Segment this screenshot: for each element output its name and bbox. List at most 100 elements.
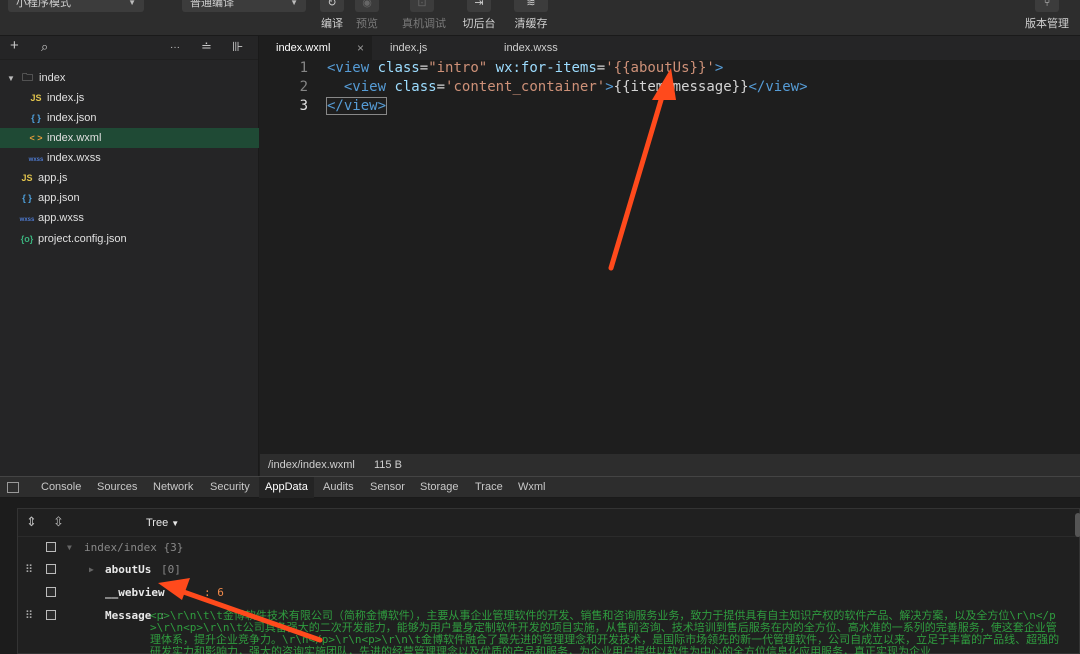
mode-select[interactable]: 小程序模式 ▼ xyxy=(8,0,144,12)
file-label: index.wxss xyxy=(47,152,101,164)
search-icon[interactable]: ⌕ xyxy=(41,39,48,55)
chevron-down-icon: ▼ xyxy=(171,519,180,528)
tab-security[interactable]: Security xyxy=(210,477,250,498)
background-button[interactable]: ⇥ 切后台 xyxy=(459,0,499,30)
attr-value: '{{aboutUs}}' xyxy=(605,60,715,76)
chevron-down-icon: ▼ xyxy=(7,74,15,83)
tab-appdata[interactable]: AppData xyxy=(259,477,314,498)
checkbox[interactable] xyxy=(46,564,56,574)
file-label: app.wxss xyxy=(38,212,84,224)
file-app-json[interactable]: { } app.json xyxy=(0,188,259,208)
tree-row-webview[interactable]: __webview : 6 xyxy=(18,582,1080,604)
remote-debug-label: 真机调试 xyxy=(402,18,446,30)
tab-wxml[interactable]: Wxml xyxy=(518,477,546,498)
collapse-icon[interactable]: ⊪ xyxy=(232,39,243,55)
remote-debug-button[interactable]: ⊡ 真机调试 xyxy=(402,0,446,30)
version-manage-label: 版本管理 xyxy=(1025,18,1069,30)
line-number: 1 xyxy=(299,60,308,76)
file-label: app.json xyxy=(38,192,80,204)
background-label: 切后台 xyxy=(462,18,496,30)
compile-select[interactable]: 普通编译 ▼ xyxy=(182,0,306,12)
checkbox[interactable] xyxy=(46,542,56,552)
line-number: 3 xyxy=(299,98,308,114)
tab-console[interactable]: Console xyxy=(41,477,81,498)
tab-index-js[interactable]: index.js xyxy=(374,36,484,60)
chevron-down-icon: ▼ xyxy=(290,0,298,7)
preview-label: 预览 xyxy=(356,18,378,30)
code-editor[interactable]: 1 2 3 <view class="intro" wx:for-items='… xyxy=(260,60,1080,454)
file-label: project.config.json xyxy=(38,233,127,245)
key-label: __webview xyxy=(105,586,165,599)
more-icon[interactable]: ··· xyxy=(170,42,180,53)
file-project-config-json[interactable]: {o} project.config.json xyxy=(0,229,259,249)
file-index-js[interactable]: JS index.js xyxy=(0,88,259,108)
tree-row-root[interactable]: ▼ index/index {3} xyxy=(18,537,1080,559)
array-length: [0] xyxy=(161,563,181,576)
sort-icon[interactable]: ≐ xyxy=(201,39,212,55)
wxss-file-icon: wxss xyxy=(28,157,44,163)
folder-icon: 🗀 xyxy=(21,72,33,84)
chevron-right-icon[interactable]: ▶ xyxy=(89,559,94,581)
wxml-file-icon: < > xyxy=(29,133,43,143)
tree-row-aboutus[interactable]: ⠿ ▶ aboutUs [0] xyxy=(18,559,1080,581)
key-label: Message xyxy=(105,609,152,622)
version-manage-button[interactable]: ⑂ 版本管理 xyxy=(1022,0,1072,30)
branch-icon: ⑂ xyxy=(1035,0,1059,12)
mode-select-label: 小程序模式 xyxy=(16,0,71,9)
tab-label: index.wxml xyxy=(276,42,331,54)
message-value: <p>\r\n\t\t金博软件技术有限公司（简称金博软件），主要从事企业管理软件… xyxy=(150,609,1060,654)
inspect-icon[interactable] xyxy=(7,482,19,493)
code-line-2: <view class='content_container'>{{item.m… xyxy=(327,79,808,95)
device-icon: ⊡ xyxy=(410,0,434,12)
tab-index-wxml[interactable]: index.wxml × xyxy=(260,36,372,60)
tab-label: index.js xyxy=(390,42,428,54)
tab-index-wxss[interactable]: index.wxss xyxy=(488,36,608,60)
checkbox[interactable] xyxy=(46,587,56,597)
tag-end: </view> xyxy=(748,79,808,95)
appdata-panel: ⇕ ⇳ Tree ▼ ▼ index/index {3} ⠿ ▶ aboutUs… xyxy=(0,498,1080,654)
compile-label: 编译 xyxy=(321,18,343,30)
wxss-file-icon: wxss xyxy=(19,217,35,223)
checkbox[interactable] xyxy=(46,610,56,620)
tab-sources[interactable]: Sources xyxy=(97,477,137,498)
folder-index[interactable]: ▼ 🗀 index xyxy=(0,68,259,88)
tab-network[interactable]: Network xyxy=(153,477,193,498)
tag-close: > xyxy=(714,60,724,76)
file-index-wxss[interactable]: wxss index.wxss xyxy=(0,148,259,168)
attr-name: class xyxy=(377,60,420,76)
file-index-wxml[interactable]: < > index.wxml xyxy=(0,128,259,148)
file-index-json[interactable]: { } index.json xyxy=(0,108,259,128)
tag-open: <view xyxy=(327,60,370,76)
mustache-text: {{item.message}} xyxy=(613,79,749,95)
file-app-js[interactable]: JS app.js xyxy=(0,168,259,188)
chevron-down-icon: ▼ xyxy=(67,543,72,552)
compile-button[interactable]: ↻ 编译 xyxy=(312,0,352,30)
tab-sensor[interactable]: Sensor xyxy=(370,477,405,498)
equals: = xyxy=(436,79,446,95)
expand-all-icon[interactable]: ⇕ xyxy=(26,514,37,530)
tab-storage[interactable]: Storage xyxy=(420,477,459,498)
file-label: index.wxml xyxy=(47,132,102,144)
attr-name: class xyxy=(394,79,437,95)
scrollbar[interactable] xyxy=(1075,513,1080,537)
tab-audits[interactable]: Audits xyxy=(323,477,354,498)
clear-cache-button[interactable]: ≋ 清缓存 xyxy=(511,0,551,30)
tree-mode-label: Tree xyxy=(146,517,169,529)
tag-close: > xyxy=(605,79,614,95)
clear-cache-label: 清缓存 xyxy=(514,18,548,30)
add-icon[interactable]: + xyxy=(10,37,19,54)
collapse-all-icon[interactable]: ⇳ xyxy=(53,514,64,530)
editor-status-bar: /index/index.wxml 115 B xyxy=(260,454,1080,476)
key-label: aboutUs xyxy=(105,563,152,576)
tab-trace[interactable]: Trace xyxy=(475,477,503,498)
preview-button[interactable]: ◉ 预览 xyxy=(347,0,387,30)
compile-select-label: 普通编译 xyxy=(190,0,234,9)
tree-mode-select[interactable]: Tree ▼ xyxy=(146,517,179,529)
js-file-icon: JS xyxy=(30,93,42,103)
file-app-wxss[interactable]: wxss app.wxss xyxy=(0,208,259,228)
close-icon[interactable]: × xyxy=(357,36,364,60)
layers-icon: ≋ xyxy=(514,0,548,12)
tab-label: index.wxss xyxy=(504,42,558,54)
drag-handle-icon[interactable]: ⠿ xyxy=(25,605,33,627)
drag-handle-icon[interactable]: ⠿ xyxy=(25,559,33,581)
